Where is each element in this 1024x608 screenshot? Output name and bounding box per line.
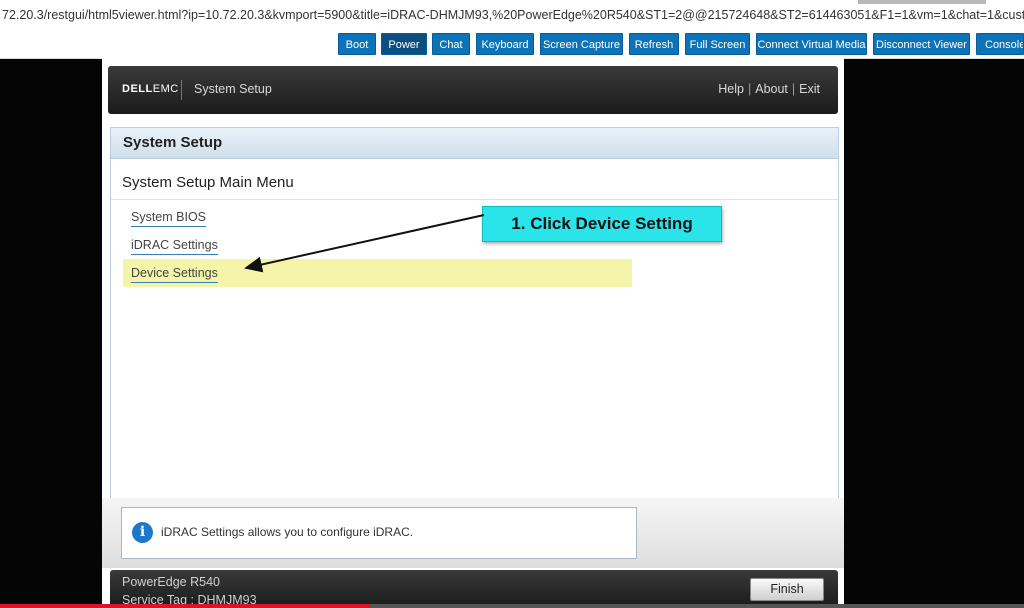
about-link[interactable]: About bbox=[755, 82, 788, 96]
keyboard-button[interactable]: Keyboard bbox=[476, 33, 534, 55]
video-progress-played bbox=[0, 604, 370, 608]
chat-button[interactable]: Chat bbox=[432, 33, 470, 55]
help-text: iDRAC Settings allows you to configure i… bbox=[161, 525, 414, 539]
divider bbox=[111, 199, 838, 200]
system-model: PowerEdge R540 bbox=[122, 575, 220, 589]
menu-item-device-settings[interactable]: Device Settings bbox=[123, 259, 632, 287]
page-title: System Setup bbox=[111, 128, 838, 159]
info-icon: i bbox=[132, 522, 153, 543]
disconnect-viewer-button[interactable]: Disconnect Viewer bbox=[873, 33, 970, 55]
boot-button[interactable]: Boot bbox=[338, 33, 376, 55]
logo-emc: EMC bbox=[152, 83, 179, 95]
help-link[interactable]: Help bbox=[718, 82, 744, 96]
annotation-callout: 1. Click Device Setting bbox=[482, 206, 722, 242]
screen-capture-button[interactable]: Screen Capture bbox=[540, 33, 623, 55]
connect-virtual-media-button[interactable]: Connect Virtual Media bbox=[756, 33, 867, 55]
header-title: System Setup bbox=[194, 82, 272, 96]
logo-dell: DELL bbox=[122, 83, 153, 95]
url-text: 72.20.3/restgui/html5viewer.html?ip=10.7… bbox=[2, 8, 1024, 22]
console-button[interactable]: Console ( bbox=[976, 33, 1024, 55]
refresh-button[interactable]: Refresh bbox=[629, 33, 679, 55]
menu-item-label[interactable]: iDRAC Settings bbox=[131, 238, 218, 255]
bios-footer: PowerEdge R540 Service Tag : DHMJM93 Fin… bbox=[110, 570, 838, 608]
full-screen-button[interactable]: Full Screen bbox=[685, 33, 750, 55]
power-button[interactable]: Power bbox=[381, 33, 427, 55]
tab-strip-fragment bbox=[858, 0, 986, 4]
menu-heading: System Setup Main Menu bbox=[122, 174, 294, 191]
kvm-toolbar: Boot Power Chat Keyboard Screen Capture … bbox=[0, 30, 1024, 59]
finish-button[interactable]: Finish bbox=[750, 578, 824, 601]
dell-emc-logo: DELLEMC bbox=[122, 83, 179, 95]
header-links: Help | About | Exit bbox=[718, 82, 820, 96]
header-divider bbox=[181, 80, 182, 100]
video-progress-remaining bbox=[370, 604, 1024, 608]
main-menu-panel: System Setup System Setup Main Menu Syst… bbox=[110, 127, 839, 559]
exit-link[interactable]: Exit bbox=[799, 82, 820, 96]
menu-item-label[interactable]: System BIOS bbox=[131, 210, 207, 227]
address-bar[interactable]: 72.20.3/restgui/html5viewer.html?ip=10.7… bbox=[0, 0, 1024, 30]
menu-item-label[interactable]: Device Settings bbox=[131, 266, 218, 283]
help-info-box: i iDRAC Settings allows you to configure… bbox=[121, 507, 637, 559]
bios-header: DELLEMC System Setup Help | About | Exit bbox=[108, 66, 838, 114]
